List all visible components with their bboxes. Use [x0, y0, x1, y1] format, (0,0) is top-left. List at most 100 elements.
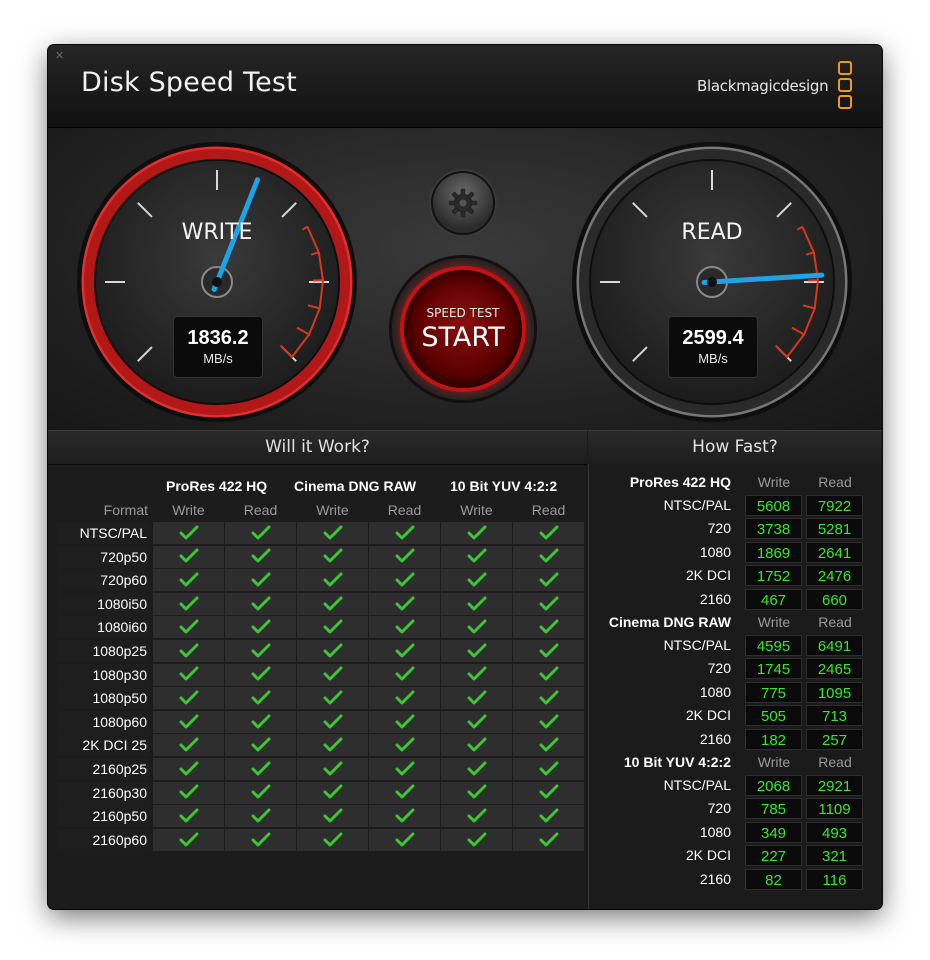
format-label: 1080p60 — [57, 710, 150, 733]
start-button-ring[interactable]: SPEED TEST START — [404, 270, 522, 388]
how-fast-format-label: 720 — [707, 660, 731, 677]
how-fast-read-value: 713 — [806, 705, 863, 727]
compatibility-cell — [513, 616, 584, 639]
checkmark-icon — [179, 666, 198, 681]
compatibility-cell — [225, 592, 296, 615]
how-fast-format-label: NTSC/PAL — [663, 777, 731, 793]
checkmark-icon — [467, 832, 486, 847]
compatibility-row: 1080p50 — [57, 687, 584, 710]
compatibility-cell — [153, 592, 224, 615]
compatibility-cell — [297, 592, 368, 615]
compatibility-cell — [297, 545, 368, 568]
how-fast-read-value: 493 — [806, 821, 863, 843]
checkmark-icon — [179, 525, 198, 540]
write-speed-unit: MB/s — [203, 351, 233, 366]
how-fast-format-label: 2K DCI — [685, 567, 731, 584]
checkmark-icon — [395, 525, 414, 540]
compatibility-cell — [153, 616, 224, 639]
format-label: 1080i50 — [57, 592, 150, 615]
how-fast-format-label: 2160 — [699, 730, 731, 747]
compatibility-row: 1080p25 — [57, 640, 584, 663]
checkmark-icon — [251, 761, 270, 776]
checkmark-icon — [179, 548, 198, 563]
checkmark-icon — [251, 572, 270, 587]
format-label: 2160p50 — [57, 805, 150, 828]
checkmark-icon — [467, 666, 486, 681]
checkmark-icon — [467, 808, 486, 823]
format-label: 2160p25 — [57, 758, 150, 780]
checkmark-icon — [323, 737, 342, 752]
gear-icon — [448, 188, 478, 218]
format-label: 2160p60 — [57, 828, 150, 851]
compatibility-cell — [297, 663, 368, 686]
start-button-caption: SPEED TEST — [426, 306, 500, 320]
compatibility-cell — [513, 663, 584, 686]
format-label: 1080p30 — [57, 663, 150, 686]
compatibility-cell — [225, 828, 296, 851]
compatibility-cell — [513, 640, 584, 662]
checkmark-icon — [467, 525, 486, 540]
how-fast-read-value: 5281 — [806, 518, 863, 540]
checkmark-icon — [323, 525, 342, 540]
start-button-label: START — [421, 322, 505, 353]
format-label: 2K DCI 25 — [57, 734, 150, 757]
compatibility-cell — [369, 687, 440, 710]
format-label: 2160p30 — [57, 781, 150, 804]
how-fast-format-label: 2160 — [699, 590, 731, 607]
checkmark-icon — [395, 808, 414, 823]
checkmark-icon — [251, 596, 270, 611]
close-icon[interactable]: ✕ — [55, 49, 64, 62]
how-fast-read-value: 257 — [806, 728, 863, 750]
compatibility-cell — [441, 758, 512, 780]
start-button[interactable]: SPEED TEST START — [392, 258, 534, 400]
compatibility-cell — [513, 758, 584, 780]
compatibility-cell — [369, 616, 440, 639]
compatibility-cell — [369, 663, 440, 686]
compatibility-cell — [513, 522, 584, 544]
compatibility-cell — [369, 805, 440, 828]
compatibility-cell — [513, 545, 584, 568]
compatibility-cell — [369, 758, 440, 780]
yuv-write-header: Write — [460, 502, 493, 518]
compatibility-cell — [513, 710, 584, 733]
checkmark-icon — [323, 619, 342, 634]
will-it-work-heading: Will it Work? — [48, 430, 587, 465]
checkmark-icon — [323, 714, 342, 729]
checkmark-icon — [395, 643, 414, 658]
how-fast-write-header: Write — [757, 754, 791, 770]
checkmark-icon — [323, 596, 342, 611]
how-fast-format-label: NTSC/PAL — [663, 497, 731, 513]
compatibility-cell — [225, 663, 296, 686]
checkmark-icon — [539, 548, 558, 563]
compatibility-cell — [513, 734, 584, 757]
settings-button[interactable] — [433, 173, 493, 233]
compatibility-cell — [513, 781, 584, 804]
compatibility-row: 2160p50 — [57, 805, 584, 828]
codec-header-10bit-yuv: 10 Bit YUV 4:2:2 — [450, 478, 558, 494]
checkmark-icon — [179, 690, 198, 705]
checkmark-icon — [323, 832, 342, 847]
how-fast-heading: How Fast? — [588, 430, 882, 465]
compatibility-cell — [441, 616, 512, 639]
checkmark-icon — [251, 525, 270, 540]
compatibility-cell — [297, 734, 368, 757]
checkmark-icon — [323, 643, 342, 658]
checkmark-icon — [179, 808, 198, 823]
compatibility-cell — [153, 710, 224, 733]
compatibility-cell — [153, 663, 224, 686]
read-speed-value: 2599.4 — [682, 327, 744, 349]
checkmark-icon — [539, 761, 558, 776]
compatibility-cell — [441, 687, 512, 710]
compatibility-cell — [441, 805, 512, 828]
checkmark-icon — [395, 666, 414, 681]
checkmark-icon — [467, 784, 486, 799]
how-fast-codec-header: ProRes 422 HQ — [629, 474, 731, 490]
checkmark-icon — [251, 808, 270, 823]
compatibility-cell — [441, 734, 512, 757]
checkmark-icon — [251, 832, 270, 847]
how-fast-read-value: 321 — [806, 845, 863, 867]
compatibility-row: 2160p60 — [57, 828, 584, 852]
checkmark-icon — [467, 737, 486, 752]
how-fast-write-value: 1745 — [745, 658, 802, 680]
format-label: 720p60 — [57, 569, 150, 592]
